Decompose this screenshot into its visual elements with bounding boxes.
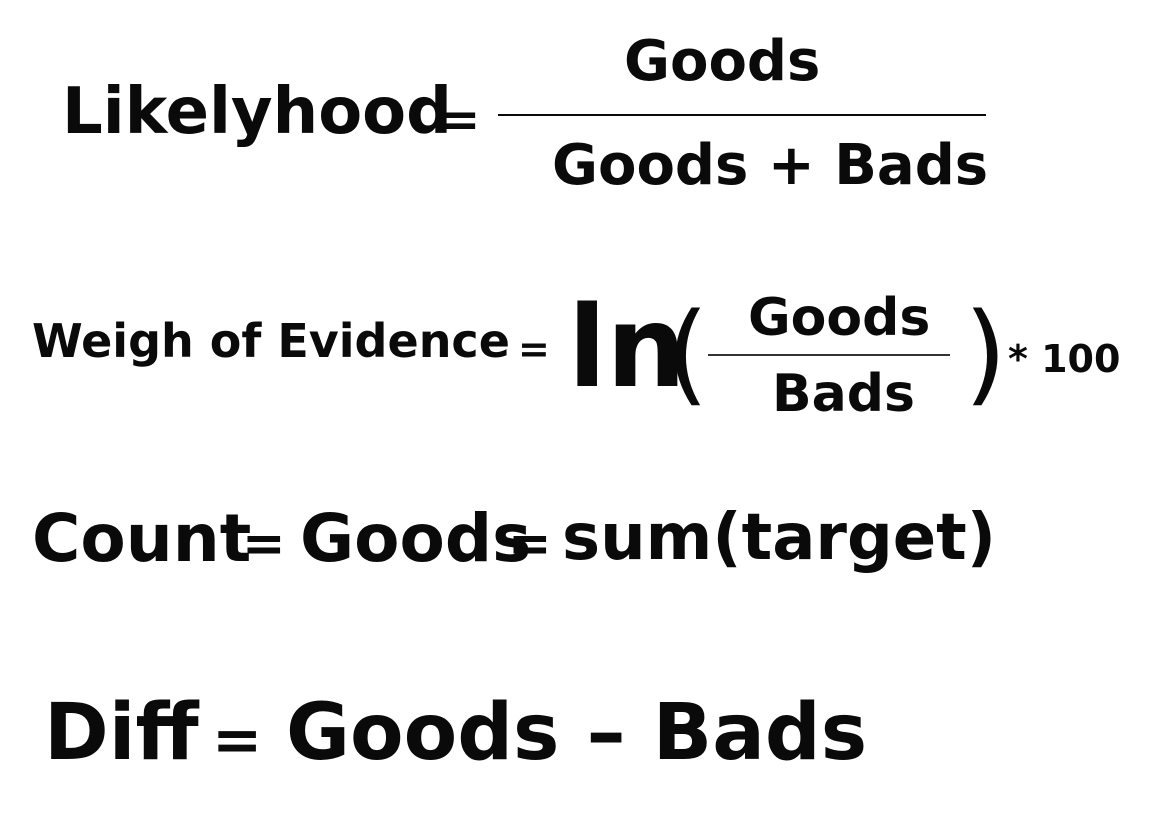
count-equals-2: = — [508, 514, 552, 574]
likelyhood-numerator: Goods — [624, 29, 821, 94]
diff-lhs: Diff — [44, 688, 199, 778]
likelyhood-fraction-bar — [498, 114, 986, 116]
likelyhood-lhs: Likelyhood — [62, 75, 452, 149]
woe-numerator: Goods — [748, 288, 931, 348]
woe-open-paren: ( — [666, 289, 709, 417]
likelyhood-equals: = — [440, 92, 481, 148]
woe-multiplier: * 100 — [1008, 337, 1121, 381]
diff-rhs: Goods – Bads — [286, 688, 868, 778]
likelyhood-denominator: Goods + Bads — [552, 133, 989, 198]
woe-lhs: Weigh of Evidence — [32, 314, 510, 368]
woe-denominator: Bads — [772, 364, 915, 424]
count-rhs: sum(target) — [562, 501, 996, 575]
woe-close-paren: ) — [964, 289, 1007, 417]
diff-equals: = — [212, 705, 263, 775]
woe-equals: = — [518, 327, 550, 371]
count-goods: Goods — [300, 500, 532, 577]
woe-fraction-bar — [708, 354, 950, 356]
count-lhs: Count — [32, 500, 252, 577]
count-equals-1: = — [242, 514, 286, 574]
